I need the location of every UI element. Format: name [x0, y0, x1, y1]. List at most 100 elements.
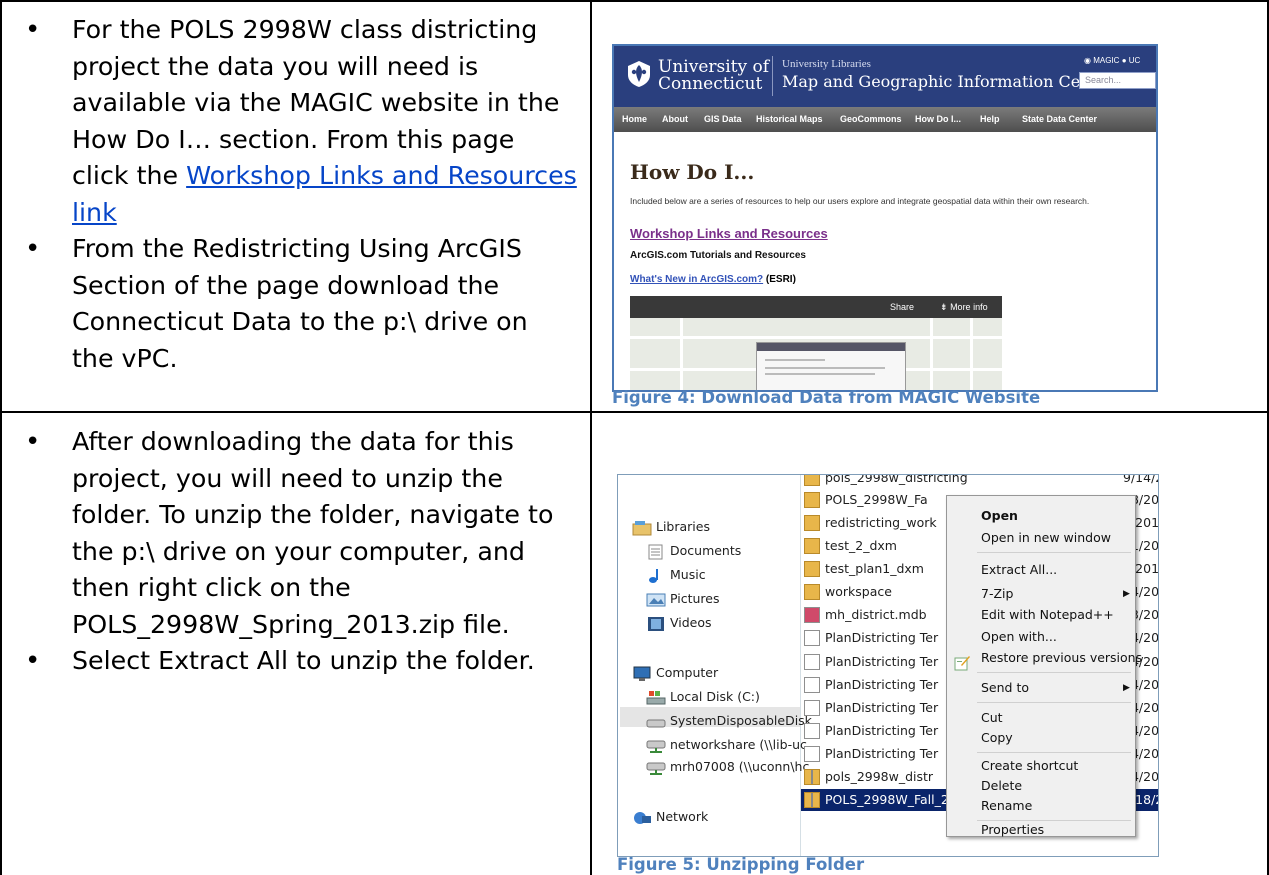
menu-open-new-window[interactable]: Open in new window: [981, 530, 1111, 545]
nav-libraries-label: Libraries: [656, 519, 710, 534]
network-drive-icon: [646, 740, 666, 753]
document-icon: [804, 723, 820, 739]
nav-system-disk-label: SystemDisposableDisk: [670, 713, 812, 728]
computer-icon: [633, 666, 651, 681]
nav-about[interactable]: About: [662, 114, 688, 124]
folder-icon: [804, 561, 820, 577]
document-icon: [804, 677, 820, 693]
map-more-info-button[interactable]: ⇟ More info: [940, 302, 988, 313]
file-name: POLS_2998W_Fa: [825, 492, 928, 507]
network-icon: [634, 812, 651, 824]
context-menu: Open Open in new window Extract All... 7…: [946, 495, 1142, 837]
file-name: workspace: [825, 584, 892, 599]
file-name: test_plan1_dxm: [825, 561, 924, 576]
explorer-nav-pane: Libraries Documents Music Pictures Video…: [618, 475, 812, 856]
map-street: [970, 318, 973, 390]
menu-properties[interactable]: Properties: [981, 822, 1044, 837]
row2-bullet-2: Select Extract All to unzip the folder.: [25, 643, 577, 680]
menu-separator: [977, 702, 1131, 703]
menu-edit-notepad[interactable]: Edit with Notepad++: [981, 607, 1114, 622]
map-street: [930, 318, 933, 390]
search-scope-radios[interactable]: ◉ MAGIC ● UC: [1084, 56, 1140, 65]
local-disk-icon: [646, 691, 666, 705]
map-popup-dialog: [756, 342, 906, 390]
menu-create-shortcut[interactable]: Create shortcut: [981, 758, 1078, 773]
libraries-label: University Libraries: [782, 58, 871, 70]
menu-copy[interactable]: Copy: [981, 730, 1013, 745]
map-street: [630, 336, 1002, 339]
file-name: PlanDistricting Ter: [825, 677, 939, 692]
workshop-links-resources-link[interactable]: Workshop Links and Resources: [630, 226, 828, 241]
file-name: mh_district.mdb: [825, 607, 927, 622]
file-row[interactable]: pols_2998w_districting 9/14/201: [801, 475, 1158, 489]
figure-4-caption: Figure 4: Download Data from MAGIC Websi…: [612, 388, 1041, 407]
magic-website-screenshot: University of Connecticut University Lib…: [612, 44, 1158, 392]
menu-delete[interactable]: Delete: [981, 778, 1022, 793]
nav-help[interactable]: Help: [980, 114, 1000, 124]
nav-home[interactable]: Home: [622, 114, 647, 124]
magic-header: University of Connecticut University Lib…: [614, 46, 1156, 107]
menu-open[interactable]: Open: [981, 508, 1018, 523]
nav-state-data-center[interactable]: State Data Center: [1022, 114, 1097, 124]
magic-search-input[interactable]: Search...: [1079, 72, 1156, 89]
map-more-info-label: More info: [950, 302, 988, 312]
nav-gis-data[interactable]: GIS Data: [704, 114, 742, 124]
file-name: PlanDistricting Ter: [825, 654, 939, 669]
menu-extract-all[interactable]: Extract All...: [981, 562, 1057, 577]
nav-network-label: Network: [656, 809, 709, 824]
videos-icon: [648, 617, 664, 631]
menu-separator: [977, 752, 1131, 753]
submenu-arrow-icon: ▶: [1123, 589, 1130, 599]
folder-icon: [804, 492, 820, 508]
menu-send-to[interactable]: Send to: [981, 680, 1029, 695]
magic-center-title: Map and Geographic Information Center: [782, 72, 1115, 91]
radio-magic-icon[interactable]: ◉: [1084, 56, 1091, 65]
menu-separator: [977, 552, 1131, 553]
esri-label: (ESRI): [763, 274, 796, 285]
radio-uc-icon[interactable]: ●: [1122, 56, 1127, 65]
whats-new-link[interactable]: What's New in ArcGIS.com?: [630, 274, 763, 285]
libraries-icon: [632, 521, 652, 536]
radio-magic-label: MAGIC: [1093, 56, 1120, 65]
map-popup-titlebar: [757, 343, 905, 351]
menu-cut[interactable]: Cut: [981, 710, 1003, 725]
menu-rename[interactable]: Rename: [981, 798, 1032, 813]
table-column-divider: [590, 0, 592, 875]
table-border-top: [0, 0, 1269, 2]
file-name: pols_2998w_distr: [825, 769, 934, 784]
menu-restore-previous-versions[interactable]: Restore previous versions: [981, 650, 1142, 665]
menu-7zip[interactable]: 7-Zip: [981, 586, 1013, 601]
row2-bullet-1: After downloading the data for this proj…: [25, 424, 577, 643]
zip-folder-icon: [804, 792, 820, 808]
document-icon: [804, 654, 820, 670]
menu-open-with[interactable]: Open with...: [981, 629, 1057, 644]
university-name: University of Connecticut: [658, 59, 769, 93]
arcgis-tutorials-heading: ArcGIS.com Tutorials and Resources: [630, 250, 806, 261]
file-name: PlanDistricting Ter: [825, 700, 939, 715]
explorer-screenshot: Libraries Documents Music Pictures Video…: [617, 474, 1159, 857]
table-row-divider: [0, 411, 1269, 413]
figure-5-caption: Figure 5: Unzipping Folder: [617, 855, 865, 874]
how-do-i-intro: Included below are a series of resources…: [630, 196, 1090, 206]
nav-geocommons[interactable]: GeoCommons: [840, 114, 902, 124]
nav-computer-label: Computer: [656, 665, 719, 680]
nav-networkshare-label: networkshare (\\lib-uc: [670, 737, 807, 752]
nav-historical-maps[interactable]: Historical Maps: [756, 114, 823, 124]
map-street: [680, 318, 683, 390]
header-divider: [772, 56, 773, 96]
nav-how-do-i[interactable]: How Do I...: [915, 114, 961, 124]
map-popup-line: [765, 373, 875, 375]
submenu-arrow-icon: ▶: [1123, 683, 1130, 693]
folder-icon: [804, 584, 820, 600]
row2-bullet-list: After downloading the data for this proj…: [25, 424, 577, 680]
nav-documents-label: Documents: [670, 543, 742, 558]
documents-icon: [648, 544, 663, 560]
file-name: PlanDistricting Ter: [825, 746, 939, 761]
map-share-button[interactable]: Share: [890, 302, 914, 312]
nav-videos-label: Videos: [670, 615, 712, 630]
file-name: redistricting_work: [825, 515, 937, 530]
folder-icon: [804, 538, 820, 554]
magic-page-body: How Do I... Included below are a series …: [614, 132, 1156, 390]
music-icon: [649, 569, 658, 583]
file-name: PlanDistricting Ter: [825, 630, 939, 645]
